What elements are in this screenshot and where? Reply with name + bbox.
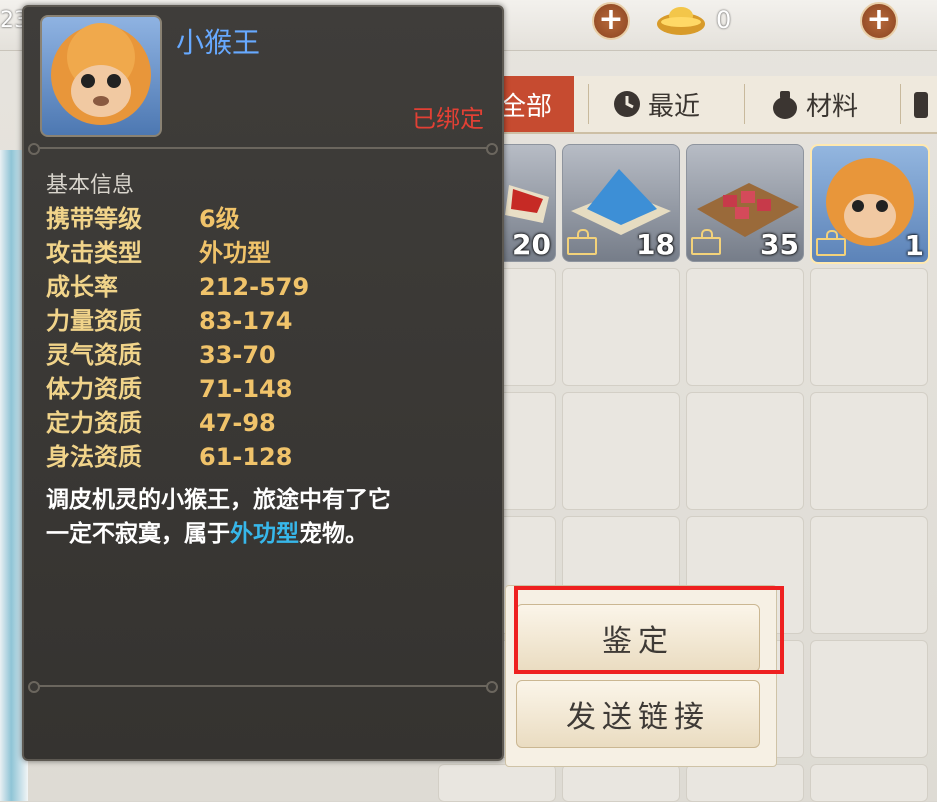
add-gold-button[interactable]: + [860, 2, 898, 40]
attack-type-highlight: 外功型 [230, 521, 299, 547]
pet-description: 调皮机灵的小猴王，旅途中有了它 一定不寂寞，属于外功型宠物。 [46, 487, 391, 547]
empty-slot[interactable] [810, 268, 928, 386]
empty-slot[interactable] [438, 764, 556, 802]
empty-slot[interactable] [810, 392, 928, 510]
stat-row: 成长率 212-579 [46, 273, 310, 301]
empty-slot[interactable] [686, 392, 804, 510]
scroll-icon [914, 92, 928, 118]
empty-slot[interactable] [686, 764, 804, 802]
divider [28, 143, 498, 155]
pet-tooltip: 小猴王 已绑定 基本信息 携带等级 6级 攻击类型 外功型 成长率 212-579 力… [22, 5, 504, 761]
bound-lock-icon [567, 229, 597, 255]
stat-row: 灵气资质 33-70 [46, 341, 276, 369]
tab-materials[interactable]: 材料 [770, 76, 858, 132]
tab-more[interactable] [912, 76, 932, 132]
empty-slot[interactable] [562, 392, 680, 510]
monkey-portrait-icon [51, 23, 151, 125]
divider [28, 681, 498, 693]
tab-divider [588, 84, 589, 124]
bound-status: 已绑定 [412, 105, 484, 133]
inventory-tabs: 全部 最近 材料 [490, 76, 937, 134]
stat-row: 攻击类型 外功型 [46, 239, 271, 267]
section-title: 基本信息 [46, 173, 135, 198]
gold-amount: 0 [716, 6, 732, 34]
stat-row: 携带等级 6级 [46, 205, 240, 233]
stat-row: 身法资质 61-128 [46, 443, 293, 471]
inventory-slot-selected[interactable]: 1 [810, 144, 930, 264]
empty-slot[interactable] [810, 640, 928, 758]
inventory-slot[interactable]: 18 [562, 144, 680, 262]
stat-row: 力量资质 83-174 [46, 307, 293, 335]
stat-row: 体力资质 71-148 [46, 375, 293, 403]
stat-row: 定力资质 47-98 [46, 409, 276, 437]
tab-divider [900, 84, 901, 124]
empty-slot[interactable] [562, 764, 680, 802]
empty-slot[interactable] [686, 268, 804, 386]
clock-icon [614, 91, 640, 117]
add-currency-button[interactable]: + [592, 2, 630, 40]
pet-portrait [40, 15, 162, 137]
highlight-box [514, 586, 784, 674]
empty-slot[interactable] [562, 268, 680, 386]
send-link-button[interactable]: 发送链接 [516, 680, 760, 748]
inventory-slot[interactable]: 35 [686, 144, 804, 262]
bound-lock-icon [691, 229, 721, 255]
bound-lock-icon [816, 230, 846, 256]
tab-divider [744, 84, 745, 124]
pouch-icon [773, 91, 797, 119]
pet-name: 小猴王 [176, 26, 261, 59]
gold-ingot-icon [657, 7, 705, 35]
empty-slot[interactable] [810, 764, 928, 802]
tab-recent[interactable]: 最近 [612, 76, 700, 132]
empty-slot[interactable] [810, 516, 928, 634]
